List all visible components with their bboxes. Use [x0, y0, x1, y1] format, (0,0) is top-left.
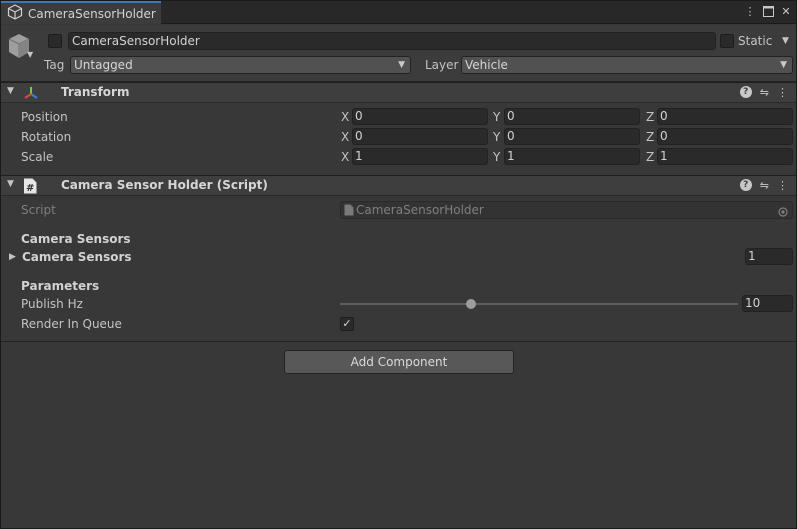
camera-sensors-foldout-icon[interactable]: ▶: [9, 249, 16, 265]
transform-foldout-icon[interactable]: ▼: [7, 86, 14, 96]
position-z-field[interactable]: 0: [657, 108, 793, 125]
scale-x-field[interactable]: 1: [352, 148, 488, 165]
rotation-x-axis[interactable]: X: [341, 129, 349, 145]
rotation-y-axis[interactable]: Y: [493, 129, 500, 145]
publish-hz-slider-thumb[interactable]: [466, 299, 477, 309]
gameobject-header: ▼ CameraSensorHolder Static ▼ Tag Untagg…: [1, 25, 796, 82]
static-label: Static: [738, 34, 773, 48]
layer-value: Vehicle: [465, 58, 508, 72]
layer-label: Layer: [425, 58, 459, 72]
more-options-icon[interactable]: ⋮: [744, 4, 756, 18]
transform-icon: [23, 85, 39, 104]
position-label: Position: [21, 110, 68, 124]
scale-y-axis[interactable]: Y: [493, 149, 500, 165]
rotation-x-field[interactable]: 0: [352, 128, 488, 145]
scale-y-field[interactable]: 1: [504, 148, 640, 165]
publish-hz-field[interactable]: 10: [742, 295, 793, 312]
component-menu-icon[interactable]: ⋮: [777, 86, 788, 99]
scale-z-field[interactable]: 1: [657, 148, 793, 165]
help-icon[interactable]: ?: [739, 86, 752, 98]
maximize-icon[interactable]: [762, 4, 774, 18]
transform-title: Transform: [61, 85, 130, 99]
rotation-z-field[interactable]: 0: [657, 128, 793, 145]
render-in-queue-checkbox[interactable]: ✓: [340, 317, 354, 331]
position-y-field[interactable]: 0: [504, 108, 640, 125]
camera-sensors-size-field[interactable]: 1: [745, 248, 793, 265]
render-in-queue-label: Render In Queue: [21, 317, 122, 331]
scale-x-axis[interactable]: X: [341, 149, 349, 165]
tag-label: Tag: [44, 58, 65, 72]
scale-label: Scale: [21, 150, 54, 164]
gameobject-cube-icon: [7, 4, 23, 23]
static-dropdown-icon[interactable]: ▼: [782, 33, 789, 49]
script-foldout-icon[interactable]: ▼: [7, 179, 14, 189]
camera-sensors-label[interactable]: Camera Sensors: [22, 249, 132, 265]
position-y-axis[interactable]: Y: [493, 109, 500, 125]
rotation-y-field[interactable]: 0: [504, 128, 640, 145]
position-x-axis[interactable]: X: [341, 109, 349, 125]
publish-hz-slider-track[interactable]: [340, 303, 738, 305]
divider: [1, 341, 796, 342]
icon-dropdown-arrow-icon[interactable]: ▼: [27, 50, 33, 59]
publish-hz-label: Publish Hz: [21, 297, 83, 311]
presets-icon[interactable]: ⇋: [760, 86, 769, 99]
close-icon[interactable]: ✕: [780, 4, 792, 18]
script-component-header[interactable]: ▼ # Camera Sensor Holder (Script) ? ⇋ ⋮: [1, 175, 796, 196]
svg-text:#: #: [26, 183, 34, 194]
tag-value: Untagged: [74, 58, 133, 72]
position-x-field[interactable]: 0: [352, 108, 488, 125]
layer-chevron-down-icon: ▼: [780, 60, 787, 70]
active-checkbox[interactable]: [48, 34, 62, 48]
script-file-icon: [344, 204, 354, 220]
script-value: CameraSensorHolder: [356, 203, 484, 217]
tab-bar: CameraSensorHolder ⋮ ✕: [1, 1, 796, 24]
add-component-button[interactable]: Add Component: [284, 350, 514, 374]
layer-dropdown[interactable]: Vehicle ▼: [461, 56, 793, 74]
transform-header[interactable]: ▼ Transform ? ⇋ ⋮: [1, 82, 796, 103]
rotation-label: Rotation: [21, 130, 72, 144]
parameters-header: Parameters: [21, 279, 100, 293]
scale-z-axis[interactable]: Z: [646, 149, 654, 165]
inspector-window: CameraSensorHolder ⋮ ✕ ▼ CameraSensorHol…: [0, 0, 797, 529]
help-icon[interactable]: ?: [739, 179, 752, 191]
component-menu-icon[interactable]: ⋮: [777, 179, 788, 192]
script-object-field[interactable]: CameraSensorHolder: [340, 201, 793, 219]
script-label: Script: [21, 203, 56, 217]
tag-chevron-down-icon: ▼: [398, 60, 405, 70]
position-z-axis[interactable]: Z: [646, 109, 654, 125]
camera-sensors-header: Camera Sensors: [21, 232, 131, 246]
inspector-tab[interactable]: CameraSensorHolder: [1, 1, 161, 24]
presets-icon[interactable]: ⇋: [760, 179, 769, 192]
tab-title: CameraSensorHolder: [28, 6, 156, 21]
tag-dropdown[interactable]: Untagged ▼: [70, 56, 411, 74]
object-name-field[interactable]: CameraSensorHolder: [68, 32, 716, 50]
script-component-title: Camera Sensor Holder (Script): [61, 178, 268, 192]
csharp-script-icon: #: [23, 178, 37, 197]
static-checkbox[interactable]: [720, 34, 734, 48]
rotation-z-axis[interactable]: Z: [646, 129, 654, 145]
object-picker-icon[interactable]: [778, 205, 788, 221]
